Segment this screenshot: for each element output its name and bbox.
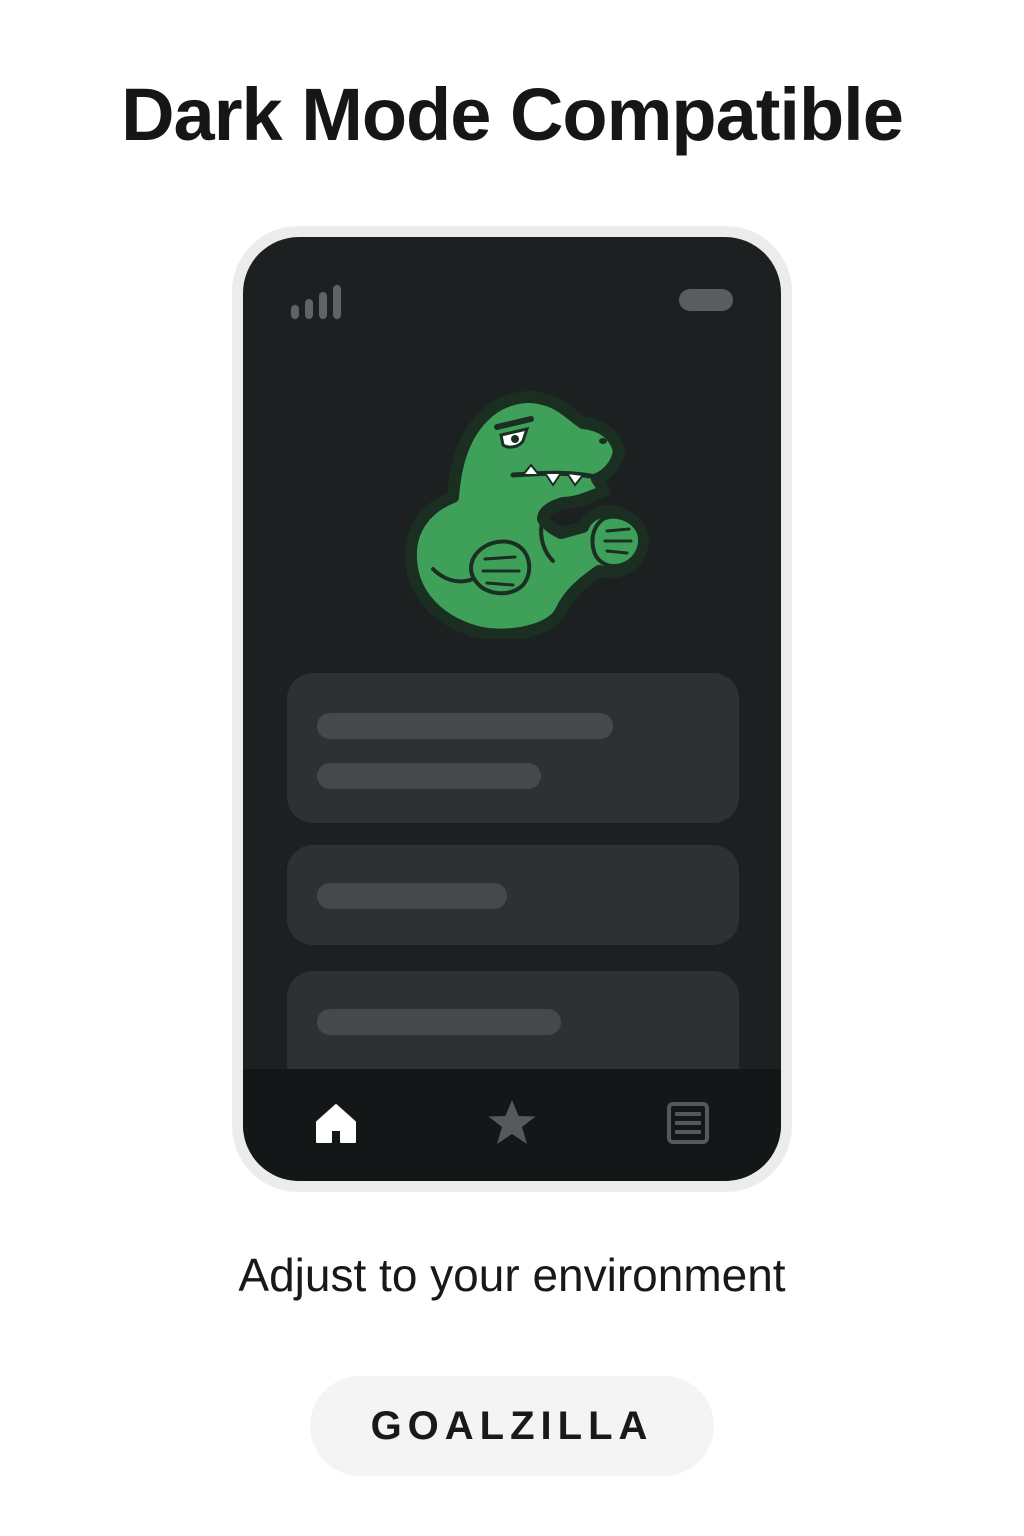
tagline: Adjust to your environment [238,1249,786,1301]
bottom-navigation [243,1069,781,1181]
placeholder-line [317,763,541,789]
placeholder-line [317,1009,561,1035]
placeholder-card[interactable] [287,673,739,823]
signal-bars-icon [291,285,341,319]
headline: Dark Mode Compatible [121,73,904,156]
phone-mockup [232,226,792,1192]
star-icon [488,1100,536,1144]
placeholder-card[interactable] [287,845,739,945]
home-icon [316,1104,356,1143]
green-dinosaur-mascot [404,391,649,639]
nav-home-button[interactable] [304,1091,368,1155]
list-icon [667,1102,709,1144]
brand-button[interactable]: GOALZILLA [310,1376,714,1476]
placeholder-line [317,883,507,909]
nav-favorites-button[interactable] [480,1091,544,1155]
placeholder-line [317,713,613,739]
phone-screen [243,237,781,1181]
brand-name: GOALZILLA [370,1403,654,1448]
nav-list-button[interactable] [656,1091,720,1155]
battery-pill-icon [679,289,733,311]
